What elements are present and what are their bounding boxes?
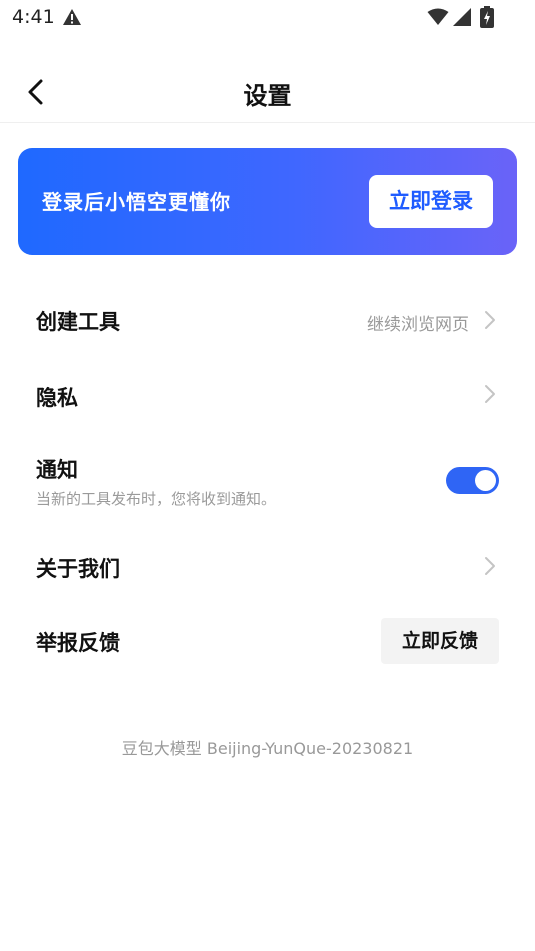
settings-row-about[interactable]: 关于我们	[0, 543, 535, 591]
warning-icon	[63, 9, 81, 25]
page-title: 设置	[243, 82, 292, 110]
row-label: 关于我们	[36, 557, 120, 581]
toggle-knob	[475, 470, 496, 491]
model-version-text: 豆包大模型 Beijing-YunQue-20230821	[121, 739, 414, 758]
signal-icon	[453, 8, 471, 26]
settings-row-privacy[interactable]: 隐私	[0, 372, 535, 418]
status-bar: 4:41	[0, 0, 535, 36]
row-hint: 继续浏览网页	[367, 315, 469, 335]
login-banner: 登录后小悟空更懂你 立即登录	[18, 148, 517, 255]
settings-row-notification: 通知 当新的工具发布时，您将收到通知。	[0, 446, 535, 518]
chevron-right-icon	[485, 311, 495, 329]
row-label: 创建工具	[36, 310, 120, 334]
login-prompt-text: 登录后小悟空更懂你	[42, 190, 231, 214]
row-label: 通知	[36, 458, 78, 482]
feedback-button[interactable]: 立即反馈	[381, 618, 499, 664]
login-button[interactable]: 立即登录	[369, 175, 493, 228]
settings-row-report: 举报反馈 立即反馈	[0, 617, 535, 667]
status-time: 4:41	[12, 6, 55, 28]
row-label: 举报反馈	[36, 631, 120, 655]
chevron-right-icon	[485, 557, 495, 575]
chevron-right-icon	[485, 385, 495, 403]
notification-toggle[interactable]	[446, 467, 499, 494]
battery-icon	[480, 6, 494, 28]
header: 设置	[0, 62, 535, 123]
wifi-icon	[427, 8, 449, 25]
settings-row-create-tool[interactable]: 创建工具 继续浏览网页	[0, 296, 535, 344]
row-label: 隐私	[36, 386, 78, 410]
row-description: 当新的工具发布时，您将收到通知。	[36, 490, 277, 508]
